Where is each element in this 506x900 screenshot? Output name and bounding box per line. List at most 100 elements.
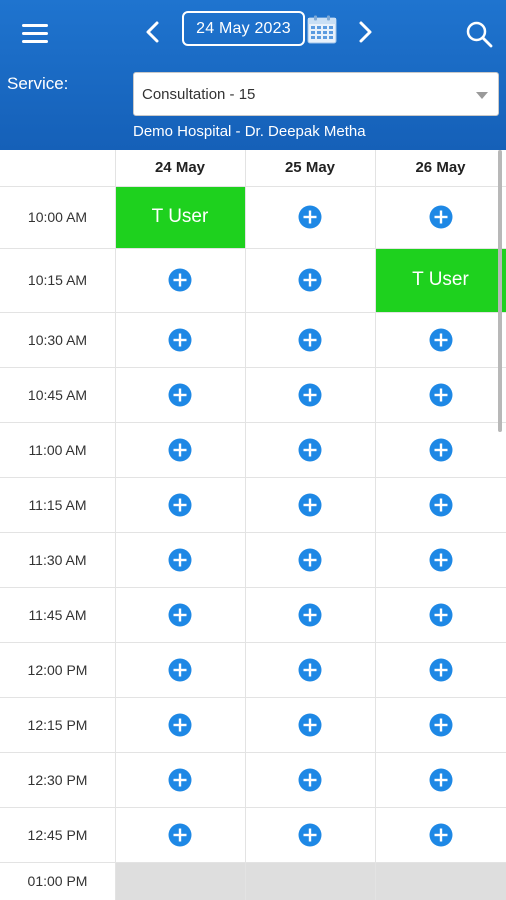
add-circle-icon xyxy=(168,383,192,406)
add-slot-button[interactable] xyxy=(245,587,375,642)
time-row: 11:15 AM xyxy=(0,477,506,532)
add-slot-button[interactable] xyxy=(115,312,245,367)
menu-icon[interactable] xyxy=(22,24,48,44)
add-circle-icon xyxy=(298,493,322,516)
add-slot-button[interactable] xyxy=(245,248,375,312)
row-divider xyxy=(0,367,506,368)
add-slot-button[interactable] xyxy=(115,807,245,862)
add-slot-button[interactable] xyxy=(245,532,375,587)
add-circle-icon xyxy=(298,328,322,351)
booked-appointment[interactable]: T User xyxy=(115,186,245,248)
time-label: 12:45 PM xyxy=(27,826,88,843)
add-circle-icon xyxy=(298,603,322,626)
add-circle-icon xyxy=(429,205,452,229)
add-slot-button[interactable] xyxy=(245,697,375,752)
calendar-icon[interactable] xyxy=(307,15,337,44)
add-slot-button[interactable] xyxy=(115,642,245,697)
time-row: 12:45 PM xyxy=(0,807,506,862)
dropdown-caret-icon xyxy=(476,92,488,99)
appointment-patient-name: T User xyxy=(412,269,469,290)
time-row: 11:30 AM xyxy=(0,532,506,587)
app-header: 24 May 2023 Service: Consultation - 15 D… xyxy=(0,0,506,150)
add-circle-icon xyxy=(298,205,322,229)
time-row: 10:45 AM xyxy=(0,367,506,422)
time-label: 10:00 AM xyxy=(27,209,88,225)
time-label: 12:30 PM xyxy=(27,771,88,788)
day-header: 24 May xyxy=(154,159,206,176)
schedule-grid: 24 May 25 May 26 May 10:00 AM T User 10:15 AM… xyxy=(0,150,506,900)
row-divider xyxy=(0,642,506,643)
add-circle-icon xyxy=(168,823,192,846)
day-header: 26 May xyxy=(415,159,466,176)
booked-appointment[interactable]: T User xyxy=(375,248,506,312)
time-row: 11:45 AM xyxy=(0,587,506,642)
add-slot-button[interactable] xyxy=(245,186,375,248)
time-label: 11:30 AM xyxy=(28,551,87,568)
add-circle-icon xyxy=(298,438,322,461)
service-label: Service: xyxy=(7,74,69,93)
row-divider xyxy=(0,532,506,533)
row-divider xyxy=(0,186,506,187)
add-slot-button[interactable] xyxy=(115,367,245,422)
time-row: 12:15 PM xyxy=(0,697,506,752)
add-slot-button[interactable] xyxy=(375,587,506,642)
add-slot-button[interactable] xyxy=(245,367,375,422)
add-slot-button[interactable] xyxy=(375,422,506,477)
day-header: 25 May xyxy=(284,159,336,176)
row-divider xyxy=(0,477,506,478)
row-divider xyxy=(0,807,506,808)
add-circle-icon xyxy=(298,768,322,791)
add-slot-button[interactable] xyxy=(115,248,245,312)
add-slot-button[interactable] xyxy=(245,422,375,477)
add-slot-button[interactable] xyxy=(375,186,506,248)
time-row: 11:00 AM xyxy=(0,422,506,477)
row-divider xyxy=(0,752,506,753)
time-row: 01:00 PM xyxy=(0,862,506,900)
time-row: 10:30 AM xyxy=(0,312,506,367)
add-slot-button[interactable] xyxy=(245,642,375,697)
add-circle-icon xyxy=(429,603,452,626)
add-slot-button[interactable] xyxy=(115,697,245,752)
time-label: 11:00 AM xyxy=(28,441,87,458)
unavailable-area xyxy=(115,862,506,900)
doctor-name: Demo Hospital - Dr. Deepak Metha xyxy=(133,123,366,140)
add-circle-icon xyxy=(168,268,192,292)
add-circle-icon xyxy=(168,603,192,626)
add-slot-button[interactable] xyxy=(375,752,506,807)
add-circle-icon xyxy=(168,438,192,461)
add-slot-button[interactable] xyxy=(115,587,245,642)
add-slot-button[interactable] xyxy=(115,532,245,587)
chevron-right-icon[interactable] xyxy=(353,18,377,46)
add-slot-button[interactable] xyxy=(375,807,506,862)
add-circle-icon xyxy=(298,548,322,571)
service-dropdown[interactable]: Consultation - 15 xyxy=(133,72,499,116)
add-slot-button[interactable] xyxy=(115,477,245,532)
add-slot-button[interactable] xyxy=(375,697,506,752)
add-slot-button[interactable] xyxy=(375,367,506,422)
time-row: 12:30 PM xyxy=(0,752,506,807)
add-slot-button[interactable] xyxy=(375,642,506,697)
add-slot-button[interactable] xyxy=(245,807,375,862)
add-circle-icon xyxy=(168,658,192,681)
scrollbar[interactable] xyxy=(498,150,502,432)
add-slot-button[interactable] xyxy=(115,422,245,477)
add-slot-button[interactable] xyxy=(245,752,375,807)
column-divider xyxy=(375,150,376,900)
add-circle-icon xyxy=(429,438,452,461)
chevron-left-icon[interactable] xyxy=(141,18,165,46)
date-field[interactable]: 24 May 2023 xyxy=(182,11,305,46)
row-divider xyxy=(0,422,506,423)
add-slot-button[interactable] xyxy=(375,532,506,587)
add-slot-button[interactable] xyxy=(245,312,375,367)
add-slot-button[interactable] xyxy=(115,752,245,807)
row-divider xyxy=(0,312,506,313)
add-slot-button[interactable] xyxy=(245,477,375,532)
add-slot-button[interactable] xyxy=(375,312,506,367)
add-slot-button[interactable] xyxy=(375,477,506,532)
row-divider xyxy=(0,587,506,588)
add-circle-icon xyxy=(429,823,452,846)
column-divider xyxy=(245,150,246,900)
add-circle-icon xyxy=(429,383,452,406)
time-row: 10:00 AM T User xyxy=(0,186,506,248)
search-icon[interactable] xyxy=(465,20,493,48)
